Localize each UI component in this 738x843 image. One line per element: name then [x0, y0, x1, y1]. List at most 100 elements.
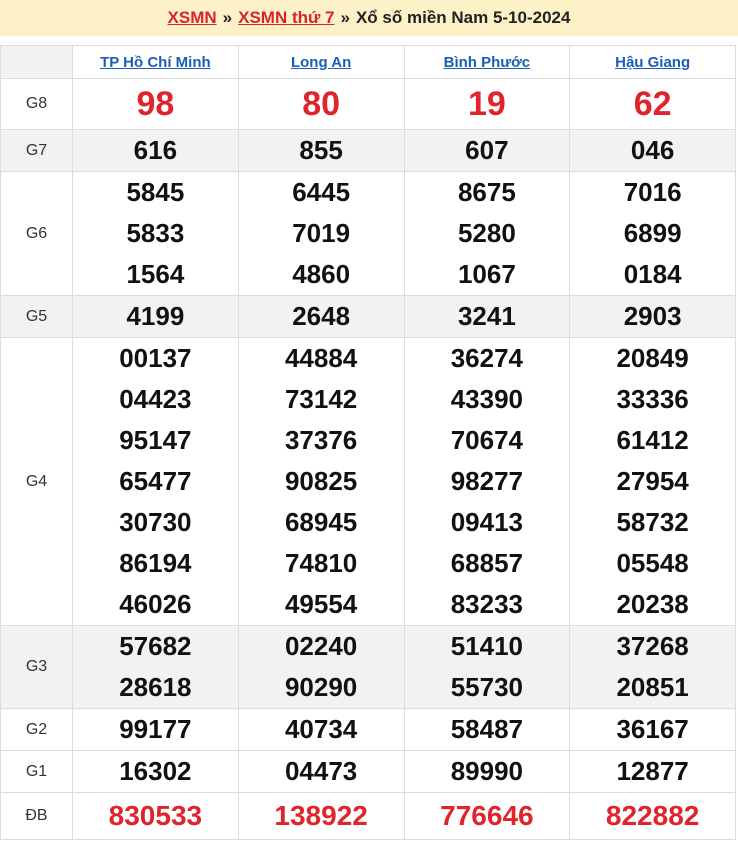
prize-number: 12877	[616, 756, 689, 786]
province-header-row: TP Hồ Chí Minh Long An Bình Phước Hậu Gi…	[0, 45, 736, 79]
prize-number: 830533	[108, 800, 203, 831]
prize-cell: 6445 7019 4860	[237, 171, 405, 296]
prize-cell: 44884 73142 37376 90825 68945 74810 49554	[237, 337, 405, 626]
prize-number: 09413	[450, 507, 524, 537]
prize-number: 44884	[284, 343, 358, 373]
prize-cell: 00137 04423 95147 65477 30730 86194 46026	[72, 337, 239, 626]
prize-label: G2	[0, 708, 73, 751]
province-header-cell: Hậu Giang	[569, 45, 736, 79]
prize-cell: 58487	[403, 708, 571, 751]
breadcrumb-link-xsmn[interactable]: XSMN	[168, 8, 217, 28]
prize-row-g4: G4 00137 04423 95147 65477 30730 86194 46026 448…	[0, 337, 736, 626]
prize-label: G5	[0, 295, 73, 338]
prize-cell: 830533	[72, 792, 239, 840]
corner-cell	[0, 45, 73, 79]
prize-cell: 36167	[569, 708, 736, 751]
province-header-cell: Bình Phước	[403, 45, 571, 79]
prize-cell: 57682 28618	[72, 625, 239, 709]
prize-row-g5: G5 4199 2648 3241 2903	[0, 295, 736, 338]
prize-number: 90825	[284, 466, 358, 496]
prize-number: 04473	[284, 756, 358, 786]
province-link-binh-phuoc[interactable]: Bình Phước	[444, 54, 531, 71]
prize-number: 7016	[623, 177, 682, 207]
province-link-long-an[interactable]: Long An	[291, 54, 351, 71]
prize-cell: 80	[237, 78, 405, 130]
prize-number: 57682	[119, 631, 192, 661]
prize-cell: 37268 20851	[569, 625, 736, 709]
prize-number: 28618	[119, 672, 192, 702]
prize-number: 8675	[457, 177, 516, 207]
page-title: Xổ số miền Nam 5-10-2024	[355, 8, 571, 27]
prize-number: 20851	[616, 672, 689, 702]
prize-number: 40734	[284, 714, 358, 744]
prize-number: 98277	[450, 466, 524, 496]
breadcrumb-link-xsmn-thu-7[interactable]: XSMN thứ 7	[238, 8, 334, 28]
prize-number: 05548	[616, 548, 689, 578]
prize-number: 55730	[450, 672, 524, 702]
prize-cell: 36274 43390 70674 98277 09413 68857 83233	[403, 337, 571, 626]
prize-number: 46026	[119, 589, 192, 619]
prize-label: G4	[0, 337, 73, 626]
prize-cell: 2648	[237, 295, 405, 338]
province-link-hau-giang[interactable]: Hậu Giang	[615, 54, 690, 71]
prize-cell: 98	[72, 78, 239, 130]
prize-number: 4860	[292, 259, 351, 289]
prize-number: 95147	[119, 425, 192, 455]
prize-number: 68945	[284, 507, 358, 537]
prize-cell: 855	[237, 129, 405, 172]
prize-number: 776646	[440, 800, 534, 831]
results-table: TP Hồ Chí Minh Long An Bình Phước Hậu Gi…	[0, 45, 736, 840]
prize-number: 02240	[284, 631, 358, 661]
prize-label: G8	[0, 78, 73, 130]
prize-number: 6445	[292, 177, 351, 207]
prize-number: 20849	[616, 343, 689, 373]
prize-cell: 7016 6899 0184	[569, 171, 736, 296]
prize-row-g8: G8 98 80 19 62	[0, 78, 736, 130]
prize-row-đb: ĐB 830533 138922 776646 822882	[0, 792, 736, 840]
prize-number: 86194	[119, 548, 192, 578]
prize-number: 046	[630, 135, 675, 165]
prize-cell: 04473	[237, 750, 405, 793]
prize-number: 607	[465, 135, 509, 165]
prize-label: G6	[0, 171, 73, 296]
prize-cell: 4199	[72, 295, 239, 338]
prize-number: 04423	[119, 384, 192, 414]
prize-cell: 607	[403, 129, 571, 172]
prize-number: 62	[633, 85, 672, 123]
prize-number: 20238	[616, 589, 689, 619]
prize-row-g2: G2 99177 40734 58487 36167	[0, 708, 736, 751]
prize-number: 80	[302, 85, 341, 123]
prize-cell: 5845 5833 1564	[72, 171, 239, 296]
prize-label: G3	[0, 625, 73, 709]
prize-number: 49554	[284, 589, 358, 619]
prize-number: 1564	[126, 259, 185, 289]
prize-row-g3: G3 57682 28618 02240 90290 51410 55730 37268 208…	[0, 625, 736, 709]
prize-number: 19	[467, 85, 506, 123]
prize-number: 36274	[450, 343, 524, 373]
prize-cell: 02240 90290	[237, 625, 405, 709]
prize-number: 61412	[616, 425, 689, 455]
prize-label: G1	[0, 750, 73, 793]
prize-row-g1: G1 16302 04473 89990 12877	[0, 750, 736, 793]
prize-number: 138922	[274, 800, 368, 831]
prize-number: 58732	[616, 507, 689, 537]
prize-number: 70674	[450, 425, 524, 455]
prize-number: 855	[299, 135, 343, 165]
prize-number: 822882	[605, 800, 700, 831]
prize-cell: 20849 33336 61412 27954 58732 05548 20238	[569, 337, 736, 626]
prize-number: 2903	[623, 301, 682, 331]
prize-cell: 8675 5280 1067	[403, 171, 571, 296]
prize-cell: 776646	[403, 792, 571, 840]
prize-cell: 16302	[72, 750, 239, 793]
prize-cell: 3241	[403, 295, 571, 338]
prize-number: 1067	[457, 259, 516, 289]
province-link-tp-ho-chi-minh[interactable]: TP Hồ Chí Minh	[100, 54, 211, 71]
province-header-cell: TP Hồ Chí Minh	[72, 45, 239, 79]
prize-number: 5833	[126, 218, 185, 248]
prize-number: 58487	[450, 714, 524, 744]
breadcrumb: XSMN » XSMN thứ 7 » Xổ số miền Nam 5-10-…	[0, 0, 738, 36]
prize-cell: 99177	[72, 708, 239, 751]
prize-number: 27954	[616, 466, 689, 496]
prize-number: 30730	[119, 507, 192, 537]
prize-number: 83233	[450, 589, 524, 619]
